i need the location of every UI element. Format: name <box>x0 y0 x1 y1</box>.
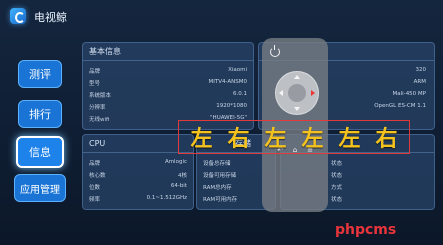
caption-char-4: 左 <box>301 126 324 152</box>
arrow-left-icon[interactable] <box>279 90 283 96</box>
sidebar: 测评 排行 信息 应用管理 <box>8 36 72 236</box>
basic-wifi-label: 无线wifi <box>89 117 110 123</box>
cpu-brand-value: Amlogic <box>164 159 187 165</box>
storage-total-label: 设备总存储 <box>203 161 231 167</box>
basic-brand-label: 品牌 <box>89 69 101 75</box>
network-status-2: 状态 <box>331 173 343 179</box>
basic-brand-value: Xiaomi <box>228 67 247 73</box>
basic-model-label: 型号 <box>89 81 101 87</box>
gpu-value-4: OpenGL ES-CM 1.1 <box>374 103 426 109</box>
cpu-freq-value: 0.1~1.512GHz <box>146 195 187 201</box>
power-icon[interactable] <box>270 45 280 57</box>
arrow-up-icon[interactable] <box>294 75 300 79</box>
basic-os-label: 系统版本 <box>89 93 112 99</box>
dpad-icon[interactable] <box>275 71 319 115</box>
sidebar-item-ranking[interactable]: 排行 <box>18 100 62 128</box>
sidebar-item-info[interactable]: 信息 <box>16 136 64 168</box>
ram-total-label: RAM总内存 <box>203 185 232 191</box>
cpu-title: CPU <box>83 135 193 153</box>
sidebar-item-app-management[interactable]: 应用管理 <box>14 174 66 202</box>
caption-char-2: 右 <box>227 126 250 152</box>
basic-info-title: 基本信息 <box>83 43 253 61</box>
cpu-cores-label: 核心数 <box>89 173 106 179</box>
basic-os-value: 6.0.1 <box>233 91 247 97</box>
cpu-brand-label: 品牌 <box>89 161 101 167</box>
basic-resolution-value: 1920*1080 <box>216 103 247 109</box>
network-status-1: 状态 <box>331 161 343 167</box>
watermark: phpcms <box>335 222 397 238</box>
caption-char-3: 左 <box>264 126 287 152</box>
cpu-bits-label: 位数 <box>89 185 101 191</box>
ok-button[interactable] <box>288 84 306 102</box>
gpu-value-2: ARM <box>413 79 426 85</box>
basic-model-value: MITV4-ANSM0 <box>208 79 247 85</box>
arrow-down-icon[interactable] <box>294 107 300 111</box>
gpu-value-1: 320 <box>415 67 427 73</box>
caption-char-5: 左 <box>338 126 361 152</box>
cpu-cores-value: 4核 <box>178 173 187 179</box>
basic-resolution-label: 分辨率 <box>89 105 106 111</box>
sidebar-item-review[interactable]: 测评 <box>18 60 62 88</box>
cpu-freq-label: 频率 <box>89 197 101 203</box>
tv-whale-logo-icon <box>10 8 26 24</box>
caption-char-1: 左 <box>190 126 213 152</box>
ram-available-label: RAM可用内存 <box>203 197 238 203</box>
caption-char-6: 右 <box>375 126 398 152</box>
gpu-value-3: Mali-450 MP <box>392 91 426 97</box>
basic-info-panel: 基本信息 品牌 Xiaomi 型号 MITV4-ANSM0 系统版本 6.0.1… <box>82 42 254 130</box>
app-title: 电视鲸 <box>34 11 67 24</box>
network-status-3: 状态 <box>331 197 343 203</box>
direction-caption: 左 右 左 左 左 右 <box>178 120 410 154</box>
storage-available-label: 设备可用存储 <box>203 173 237 179</box>
top-bar: 电视鲸 <box>0 0 443 30</box>
cpu-bits-value: 64-bit <box>170 183 187 189</box>
network-mode: 方式 <box>331 185 343 191</box>
arrow-right-icon[interactable] <box>311 90 315 96</box>
